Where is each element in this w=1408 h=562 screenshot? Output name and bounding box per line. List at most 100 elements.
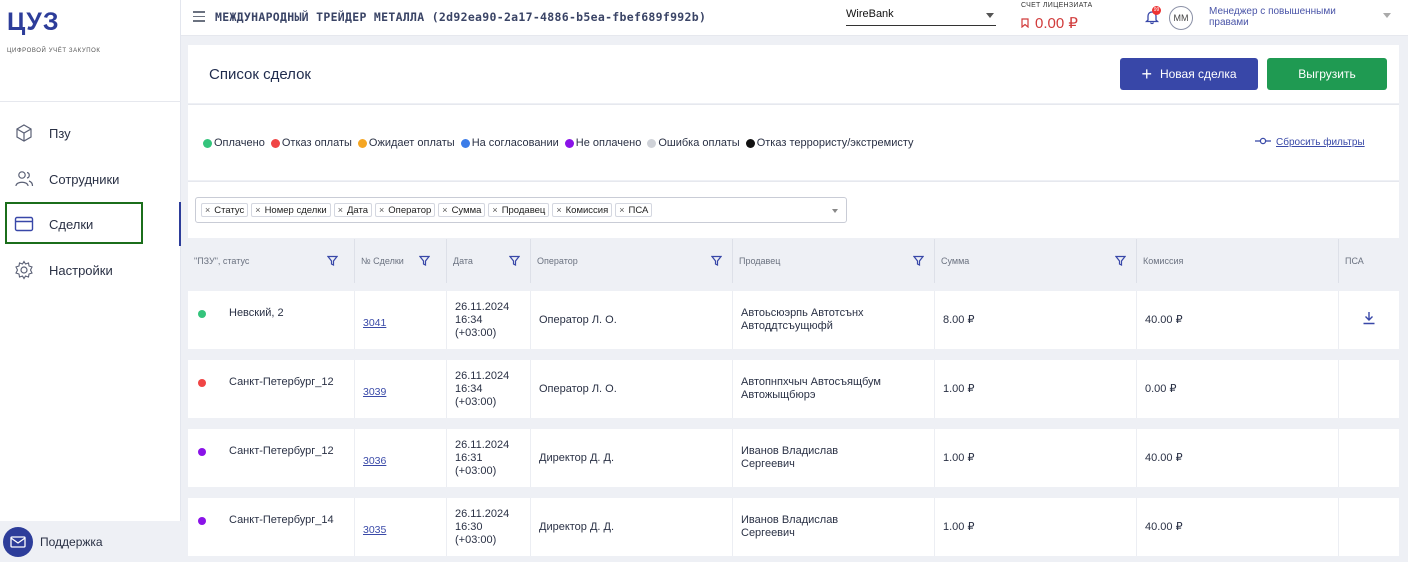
deal-number-link[interactable]: 3039: [363, 386, 386, 399]
seller-text: Автопнпхчыч Автосъящбум Автожыщбюрэ: [741, 376, 881, 401]
chevron-down-icon[interactable]: [832, 209, 838, 213]
bookmark-icon: [1021, 15, 1029, 32]
bank-select-value: WireBank: [846, 8, 894, 20]
export-button[interactable]: Выгрузить: [1267, 58, 1387, 90]
legend-label: Не оплачено: [575, 137, 642, 149]
filter-icon[interactable]: [508, 255, 521, 268]
close-icon[interactable]: ×: [379, 205, 384, 215]
chip-label: Комиссия: [565, 204, 609, 216]
sidebar-item-settings[interactable]: Настройки: [0, 248, 181, 292]
date-text: 26.11.2024: [455, 369, 510, 382]
cell-deal-number: 3041: [354, 291, 446, 349]
cell-deal-number: 3039: [354, 360, 446, 418]
columns-multiselect[interactable]: × Статус × Номер сделки × Дата × Оператор × Сумма…: [195, 197, 847, 223]
sidebar-item-pzu[interactable]: Пзу: [0, 111, 181, 155]
close-icon[interactable]: ×: [619, 205, 624, 215]
cell-psa: [1338, 360, 1399, 418]
operator-text: Оператор Л. О.: [539, 382, 617, 395]
cell-seller: Иванов Владислав Сергеевич: [732, 429, 934, 487]
table-header: "ПЗУ", статус № Сделки Дата Оператор Про…: [188, 239, 1399, 283]
mail-icon: [3, 526, 33, 557]
sidebar-divider: [0, 101, 181, 102]
filter-icon[interactable]: [326, 255, 339, 268]
legend-item: Не оплачено: [564, 137, 642, 149]
header-label: ПСА: [1345, 256, 1364, 266]
chevron-down-icon[interactable]: [1383, 13, 1391, 18]
table-row[interactable]: Санкт-Петербург_14 3035 26.11.2024 16:30 (+0…: [188, 498, 1399, 556]
plus-icon: +: [1141, 64, 1152, 84]
filter-chip: × Статус: [201, 203, 249, 217]
cell-operator: Оператор Л. О.: [530, 360, 732, 418]
filter-icon[interactable]: [418, 255, 431, 268]
table-row[interactable]: Невский, 2 3041 26.11.2024 16:34 (+03:00) Опе…: [188, 291, 1399, 349]
header-label: Продавец: [739, 256, 781, 266]
deal-number-link[interactable]: 3041: [363, 317, 386, 330]
legend-label: Ошибка оплаты: [658, 137, 740, 149]
close-icon[interactable]: ×: [492, 205, 497, 215]
cell-psa: [1338, 498, 1399, 556]
logo: ЦУЗ: [7, 8, 60, 36]
timezone-text: (+03:00): [455, 326, 497, 339]
cell-pzu: Невский, 2: [188, 291, 354, 349]
cell-operator: Директор Д. Д.: [530, 429, 732, 487]
chip-label: Продавец: [501, 204, 546, 216]
header-label: Оператор: [537, 256, 578, 266]
sidebar-item-employees[interactable]: Сотрудники: [0, 157, 181, 201]
support-label: Поддержка: [40, 534, 103, 549]
table-row[interactable]: Санкт-Петербург_12 3039 26.11.2024 16:34 (+0…: [188, 360, 1399, 418]
header-label: Сумма: [941, 256, 970, 266]
cube-icon: [13, 122, 35, 144]
account-balance: 0.00 ₽: [1021, 14, 1078, 32]
header-sum: Сумма: [934, 239, 1136, 283]
filter-icon[interactable]: [912, 255, 925, 268]
bank-select[interactable]: WireBank: [846, 6, 996, 26]
header-pzu-status: "ПЗУ", статус: [188, 239, 348, 283]
legend-label: На согласовании: [471, 137, 559, 149]
status-dot-icon: [357, 138, 367, 148]
header-operator: Оператор: [530, 239, 732, 283]
filter-icon[interactable]: [710, 255, 723, 268]
new-deal-button[interactable]: + Новая сделка: [1120, 58, 1258, 90]
avatar[interactable]: ММ: [1169, 6, 1193, 30]
menu-icon[interactable]: [193, 11, 205, 22]
chip-label: Сумма: [451, 204, 482, 216]
header-deal-number: № Сделки: [354, 239, 440, 283]
close-icon[interactable]: ×: [255, 205, 260, 215]
commission-text: 0.00 ₽: [1145, 382, 1177, 395]
column-filter-bar: × Статус × Номер сделки × Дата × Оператор × Сумма…: [188, 181, 1399, 238]
date-text: 26.11.2024: [455, 438, 510, 451]
cell-commission: 40.00 ₽: [1136, 498, 1338, 556]
cell-operator: Директор Д. Д.: [530, 498, 732, 556]
download-icon[interactable]: [1362, 311, 1376, 329]
legend-label: Отказ оплаты: [281, 137, 352, 149]
support-button[interactable]: Поддержка: [0, 521, 181, 562]
pzu-name: Санкт-Петербург_12: [229, 376, 334, 388]
status-dot-icon: [745, 138, 755, 148]
sidebar-item-label: Сотрудники: [49, 171, 120, 187]
close-icon[interactable]: ×: [556, 205, 561, 215]
legend-label: Оплачено: [214, 137, 265, 149]
reset-filters-link[interactable]: Сбросить фильтры: [1255, 137, 1365, 148]
close-icon[interactable]: ×: [442, 205, 447, 215]
filter-chip: × Номер сделки: [251, 203, 331, 217]
user-role[interactable]: Менеджер с повышенными правами: [1209, 6, 1359, 28]
cell-sum: 1.00 ₽: [934, 360, 1136, 418]
chevron-down-icon: [986, 13, 994, 18]
sidebar-item-deals[interactable]: Сделки: [0, 202, 181, 246]
cell-pzu: Санкт-Петербург_12: [188, 360, 354, 418]
chip-label: Номер сделки: [264, 204, 327, 216]
deal-number-link[interactable]: 3036: [363, 455, 386, 468]
status-legend: Оплачено Отказ оплаты Ожидает оплаты На сог…: [188, 104, 1399, 180]
page-header: Список сделок + Новая сделка Выгрузить: [188, 45, 1399, 103]
main-content: Список сделок + Новая сделка Выгрузить О…: [188, 45, 1399, 562]
cell-psa: [1338, 429, 1399, 487]
deal-number-link[interactable]: 3035: [363, 524, 386, 537]
close-icon[interactable]: ×: [338, 205, 343, 215]
cell-sum: 1.00 ₽: [934, 429, 1136, 487]
chip-label: Статус: [214, 204, 245, 216]
filter-icon[interactable]: [1114, 255, 1127, 268]
close-icon[interactable]: ×: [205, 205, 210, 215]
table-row[interactable]: Санкт-Петербург_12 3036 26.11.2024 16:31 (+0…: [188, 429, 1399, 487]
status-dot-icon: [198, 517, 206, 525]
filter-chip: × Дата: [333, 203, 373, 217]
